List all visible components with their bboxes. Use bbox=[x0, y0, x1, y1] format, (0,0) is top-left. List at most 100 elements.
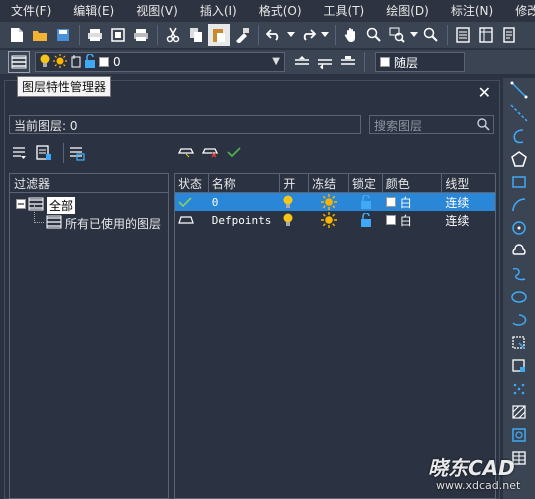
make-current-layer-icon[interactable] bbox=[291, 51, 313, 73]
zoom-dropdown-icon[interactable] bbox=[409, 24, 419, 46]
menu-view[interactable]: 视图(V) bbox=[125, 0, 189, 22]
redo-icon[interactable] bbox=[297, 24, 319, 46]
layer-tools bbox=[177, 143, 249, 161]
menu-insert[interactable]: 插入(I) bbox=[189, 0, 248, 22]
bulb-icon[interactable] bbox=[280, 193, 309, 211]
construction-line-icon[interactable] bbox=[506, 101, 532, 124]
collapse-icon[interactable] bbox=[16, 198, 26, 212]
layer-color-name: 白 bbox=[399, 195, 412, 210]
rectangle-icon[interactable] bbox=[506, 170, 532, 193]
redo-dropdown-icon[interactable] bbox=[320, 24, 330, 46]
col-linetype[interactable]: 线型 bbox=[442, 174, 495, 192]
design-center-icon[interactable] bbox=[475, 24, 497, 46]
layer-name[interactable]: 0 bbox=[209, 193, 281, 211]
color-swatch bbox=[380, 57, 390, 67]
polyline-icon[interactable] bbox=[506, 124, 532, 147]
undo-icon[interactable] bbox=[263, 24, 285, 46]
col-on[interactable]: 开 bbox=[280, 174, 310, 192]
sun-icon[interactable] bbox=[309, 193, 349, 211]
layer-dropdown[interactable]: 0 ▼ bbox=[35, 52, 285, 72]
unlock-icon[interactable] bbox=[349, 211, 383, 229]
menu-tools[interactable]: 工具(T) bbox=[313, 0, 376, 22]
print-icon[interactable] bbox=[84, 24, 106, 46]
watermark-url: www.xdcad.net bbox=[436, 479, 521, 492]
sun-icon[interactable] bbox=[309, 211, 349, 229]
polygon-icon[interactable] bbox=[506, 147, 532, 170]
layer-color-cell[interactable]: 白 bbox=[383, 211, 443, 229]
filter-tools bbox=[11, 143, 92, 163]
toolbar-separator bbox=[258, 25, 259, 45]
col-name[interactable]: 名称 bbox=[209, 174, 281, 192]
new-property-filter-icon[interactable] bbox=[11, 144, 29, 162]
layer-linetype[interactable]: 连续 bbox=[442, 193, 495, 211]
zoom-realtime-icon[interactable] bbox=[363, 24, 385, 46]
layer-previous-icon[interactable] bbox=[314, 51, 336, 73]
col-color[interactable]: 颜色 bbox=[383, 174, 443, 192]
tree-connector bbox=[34, 205, 44, 223]
filter-used-label: 所有已使用的图层 bbox=[65, 216, 162, 231]
color-swatch bbox=[385, 215, 396, 225]
color-dropdown[interactable]: 随层 bbox=[375, 52, 465, 72]
table-row[interactable]: Defpoints 白 连续 bbox=[175, 211, 495, 229]
arc-icon[interactable] bbox=[506, 193, 532, 216]
print-preview-icon[interactable] bbox=[107, 24, 129, 46]
toolbar-separator bbox=[63, 143, 64, 163]
point-icon[interactable] bbox=[506, 377, 532, 400]
delete-layer-icon[interactable] bbox=[201, 143, 219, 161]
hatch-icon[interactable] bbox=[506, 400, 532, 423]
layer-toolbar: 0 ▼ 随层 bbox=[0, 50, 535, 74]
undo-dropdown-icon[interactable] bbox=[286, 24, 296, 46]
menu-file[interactable]: 文件(F) bbox=[0, 0, 62, 22]
line-icon[interactable] bbox=[506, 78, 532, 101]
save-icon[interactable] bbox=[52, 24, 74, 46]
col-freeze[interactable]: 冻结 bbox=[309, 174, 349, 192]
spline-icon[interactable] bbox=[506, 262, 532, 285]
plot-icon[interactable] bbox=[130, 24, 152, 46]
toolbar-separator bbox=[447, 25, 448, 45]
col-state[interactable]: 状态 bbox=[175, 174, 209, 192]
ellipse-arc-icon[interactable] bbox=[506, 308, 532, 331]
layer-states-manager-icon[interactable] bbox=[68, 144, 86, 162]
filter-icon bbox=[46, 215, 62, 232]
pan-hand-icon[interactable] bbox=[340, 24, 362, 46]
layer-states-icon[interactable] bbox=[337, 51, 359, 73]
zoom-window-icon[interactable] bbox=[386, 24, 408, 46]
layer-color-cell[interactable]: 白 bbox=[383, 193, 443, 211]
copy-icon[interactable] bbox=[185, 24, 207, 46]
layer-linetype[interactable]: 连续 bbox=[442, 211, 495, 229]
new-file-icon[interactable] bbox=[6, 24, 28, 46]
new-layer-icon[interactable] bbox=[177, 143, 195, 161]
open-folder-icon[interactable] bbox=[29, 24, 51, 46]
insert-block-icon[interactable] bbox=[506, 331, 532, 354]
tool-palettes-icon[interactable] bbox=[498, 24, 520, 46]
menu-edit[interactable]: 编辑(E) bbox=[62, 0, 125, 22]
close-icon[interactable]: ✕ bbox=[478, 83, 491, 102]
bulb-icon[interactable] bbox=[280, 211, 309, 229]
revision-cloud-icon[interactable] bbox=[506, 239, 532, 262]
region-icon[interactable] bbox=[506, 423, 532, 446]
make-block-icon[interactable] bbox=[506, 354, 532, 377]
current-layer-label: 当前图层: 0 bbox=[9, 115, 361, 134]
filter-used-node[interactable]: 所有已使用的图层 bbox=[10, 205, 168, 232]
layer-properties-manager-icon[interactable] bbox=[8, 51, 30, 73]
menu-dimension[interactable]: 标注(N) bbox=[440, 0, 504, 22]
set-current-icon[interactable] bbox=[225, 143, 243, 161]
properties-icon[interactable] bbox=[452, 24, 474, 46]
menu-format[interactable]: 格式(O) bbox=[248, 0, 313, 22]
menu-draw[interactable]: 绘图(D) bbox=[375, 0, 440, 22]
unlock-icon[interactable] bbox=[349, 193, 383, 211]
cut-icon[interactable] bbox=[162, 24, 184, 46]
menu-modify[interactable]: 修改(M) bbox=[504, 0, 535, 22]
ellipse-icon[interactable] bbox=[506, 285, 532, 308]
new-group-filter-icon[interactable] bbox=[35, 144, 53, 162]
col-lock[interactable]: 锁定 bbox=[349, 174, 383, 192]
search-placeholder: 搜索图层 bbox=[374, 119, 423, 133]
search-layer-input[interactable]: 搜索图层 bbox=[369, 115, 494, 134]
paste-icon[interactable] bbox=[208, 24, 230, 46]
zoom-previous-icon[interactable] bbox=[420, 24, 442, 46]
draw-toolbar bbox=[503, 78, 535, 499]
table-row[interactable]: 0 白 连续 bbox=[175, 193, 495, 211]
match-properties-icon[interactable] bbox=[231, 24, 253, 46]
layer-name[interactable]: Defpoints bbox=[209, 211, 281, 229]
circle-icon[interactable] bbox=[506, 216, 532, 239]
